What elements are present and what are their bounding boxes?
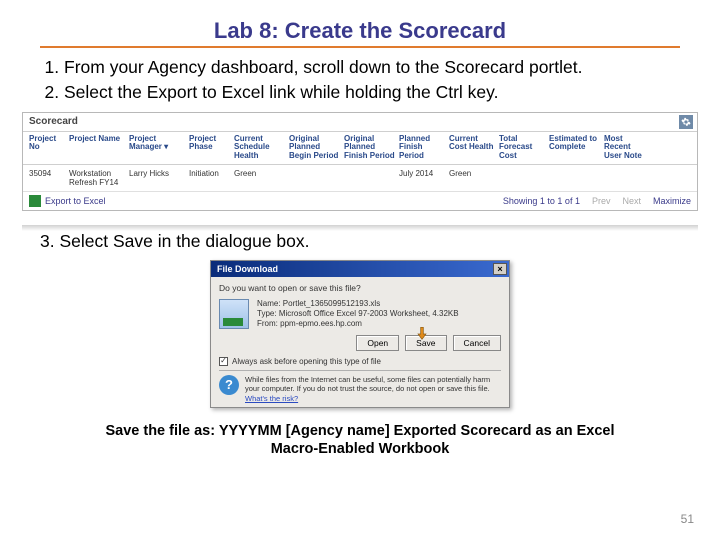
cell-total-forecast: [499, 169, 549, 187]
dialog-titlebar: File Download ×: [211, 261, 509, 277]
steps-list: From your Agency dashboard, scroll down …: [40, 56, 680, 104]
col-planned-finish[interactable]: Planned Finish Period: [399, 135, 449, 161]
cell-project-no: 35094: [29, 169, 69, 187]
col-schedule-health[interactable]: Current Schedule Health: [234, 135, 289, 161]
col-project-name[interactable]: Project Name: [69, 135, 129, 161]
scorecard-portlet: Scorecard Project No Project Name Projec…: [22, 112, 698, 211]
excel-icon: [29, 195, 41, 207]
cell-orig-begin: [289, 169, 344, 187]
warning-text: While files from the Internet can be use…: [245, 375, 501, 403]
col-orig-finish[interactable]: Original Planned Finish Period: [344, 135, 399, 161]
close-icon[interactable]: ×: [493, 263, 507, 275]
from-label: From:: [257, 319, 278, 328]
cell-est-complete: [549, 169, 604, 187]
cancel-button[interactable]: Cancel: [453, 335, 501, 351]
scorecard-title: Scorecard: [29, 116, 78, 127]
step-1: From your Agency dashboard, scroll down …: [64, 56, 680, 79]
table-row[interactable]: 35094 Workstation Refresh FY14 Larry Hic…: [23, 165, 697, 192]
dialog-question: Do you want to open or save this file?: [219, 283, 501, 293]
col-total-forecast[interactable]: Total Forecast Cost: [499, 135, 549, 161]
scorecard-titlebar: Scorecard: [23, 113, 697, 132]
col-cost-health[interactable]: Current Cost Health: [449, 135, 499, 161]
info-icon: ?: [219, 375, 239, 395]
name-label: Name:: [257, 299, 281, 308]
type-value: Microsoft Office Excel 97-2003 Worksheet…: [279, 309, 459, 318]
file-icon: [219, 299, 249, 329]
divider: [219, 370, 501, 371]
whats-the-risk-link[interactable]: What's the risk?: [245, 394, 298, 403]
col-project-manager[interactable]: Project Manager ▾: [129, 135, 189, 161]
always-ask-label: Always ask before opening this type of f…: [232, 357, 381, 366]
dialog-title: File Download: [217, 264, 278, 274]
export-to-excel-link[interactable]: Export to Excel: [45, 196, 106, 206]
col-user-note[interactable]: Most Recent User Note: [604, 135, 654, 161]
always-ask-checkbox[interactable]: ✓: [219, 357, 228, 366]
scorecard-footer: Export to Excel Showing 1 to 1 of 1 Prev…: [23, 192, 697, 210]
cell-project-phase: Initiation: [189, 169, 234, 187]
save-instruction: Save the file as: YYYYMM [Agency name] E…: [80, 422, 640, 458]
from-value: ppm-epmo.ees.hp.com: [280, 319, 362, 328]
cell-project-name: Workstation Refresh FY14: [69, 169, 129, 187]
gear-icon[interactable]: [679, 115, 693, 129]
page-number: 51: [681, 512, 694, 526]
cell-planned-finish: July 2014: [399, 169, 449, 187]
col-project-phase[interactable]: Project Phase: [189, 135, 234, 161]
cell-cost-health: Green: [449, 169, 499, 187]
cell-orig-finish: [344, 169, 399, 187]
col-orig-begin[interactable]: Original Planned Begin Period: [289, 135, 344, 161]
name-value: Portlet_1365099512193.xls: [283, 299, 380, 308]
step-3: 3. Select Save in the dialogue box.: [40, 231, 680, 252]
col-est-complete[interactable]: Estimated to Complete: [549, 135, 604, 161]
dialog-meta: Name: Portlet_1365099512193.xls Type: Mi…: [257, 299, 459, 329]
showing-text: Showing 1 to 1 of 1: [503, 196, 580, 206]
title-underline: [40, 46, 680, 48]
next-link[interactable]: Next: [622, 196, 641, 206]
cell-project-manager: Larry Hicks: [129, 169, 189, 187]
step-2: Select the Export to Excel link while ho…: [64, 81, 680, 104]
maximize-link[interactable]: Maximize: [653, 196, 691, 206]
cell-schedule-health: Green: [234, 169, 289, 187]
save-button[interactable]: Save: [405, 335, 446, 351]
prev-link[interactable]: Prev: [592, 196, 611, 206]
scorecard-header-row: Project No Project Name Project Manager …: [23, 132, 697, 165]
arrow-icon: [414, 326, 430, 344]
page-title: Lab 8: Create the Scorecard: [40, 18, 680, 44]
open-button[interactable]: Open: [356, 335, 399, 351]
cell-user-note: [604, 169, 654, 187]
type-label: Type:: [257, 309, 277, 318]
col-project-no[interactable]: Project No: [29, 135, 69, 161]
file-download-dialog: File Download × Do you want to open or s…: [210, 260, 510, 408]
